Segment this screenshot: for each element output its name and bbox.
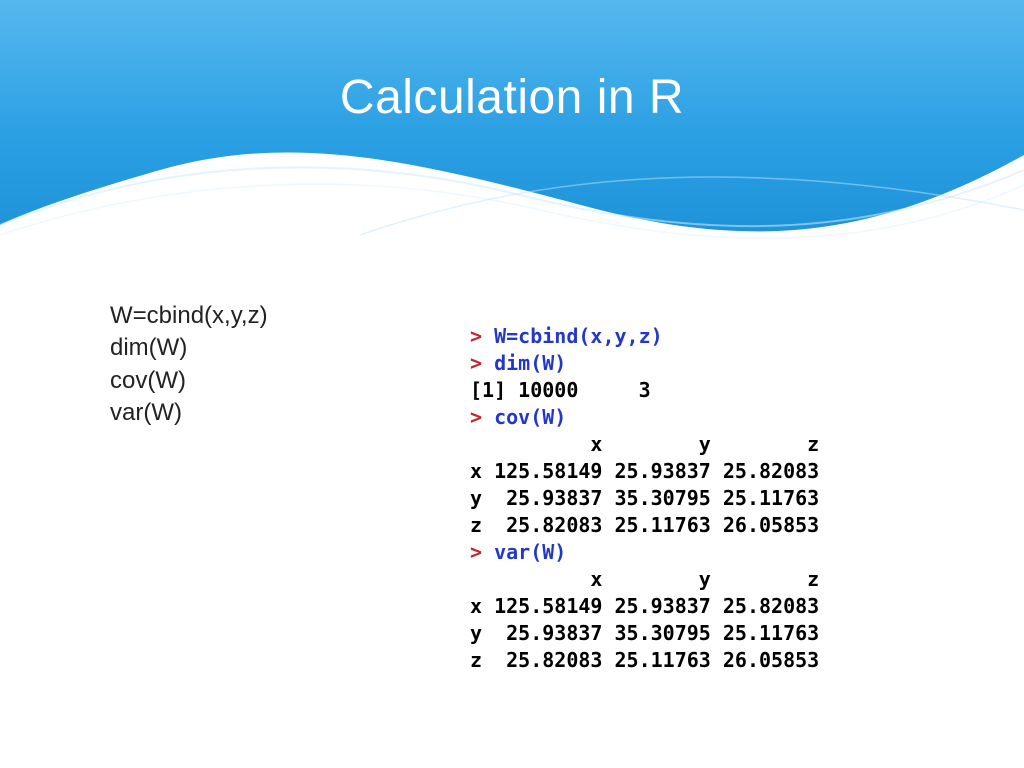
matrix-row: x 125.58149 25.93837 25.82083 <box>470 459 819 483</box>
console-output: [1] 10000 3 <box>470 378 651 402</box>
prompt-symbol: > <box>470 540 494 564</box>
console-command: cov(W) <box>494 405 566 429</box>
code-line: cov(W) <box>110 365 268 397</box>
matrix-header: x y z <box>470 567 819 591</box>
slide-title: Calculation in R <box>0 70 1024 125</box>
console-command: W=cbind(x,y,z) <box>494 324 663 348</box>
prompt-symbol: > <box>470 351 494 375</box>
matrix-row: x 125.58149 25.93837 25.82083 <box>470 594 819 618</box>
prompt-symbol: > <box>470 405 494 429</box>
code-line: W=cbind(x,y,z) <box>110 300 268 332</box>
code-line: dim(W) <box>110 332 268 364</box>
matrix-row: y 25.93837 35.30795 25.11763 <box>470 621 819 645</box>
r-console-output: > W=cbind(x,y,z) > dim(W) [1] 10000 3 > … <box>470 296 819 674</box>
slide-banner <box>0 0 1024 260</box>
console-command: var(W) <box>494 540 566 564</box>
matrix-row: y 25.93837 35.30795 25.11763 <box>470 486 819 510</box>
matrix-row: z 25.82083 25.11763 26.05853 <box>470 648 819 672</box>
console-command: dim(W) <box>494 351 566 375</box>
left-code-block: W=cbind(x,y,z) dim(W) cov(W) var(W) <box>110 300 268 430</box>
code-line: var(W) <box>110 397 268 429</box>
matrix-row: z 25.82083 25.11763 26.05853 <box>470 513 819 537</box>
matrix-header: x y z <box>470 432 819 456</box>
prompt-symbol: > <box>470 324 494 348</box>
